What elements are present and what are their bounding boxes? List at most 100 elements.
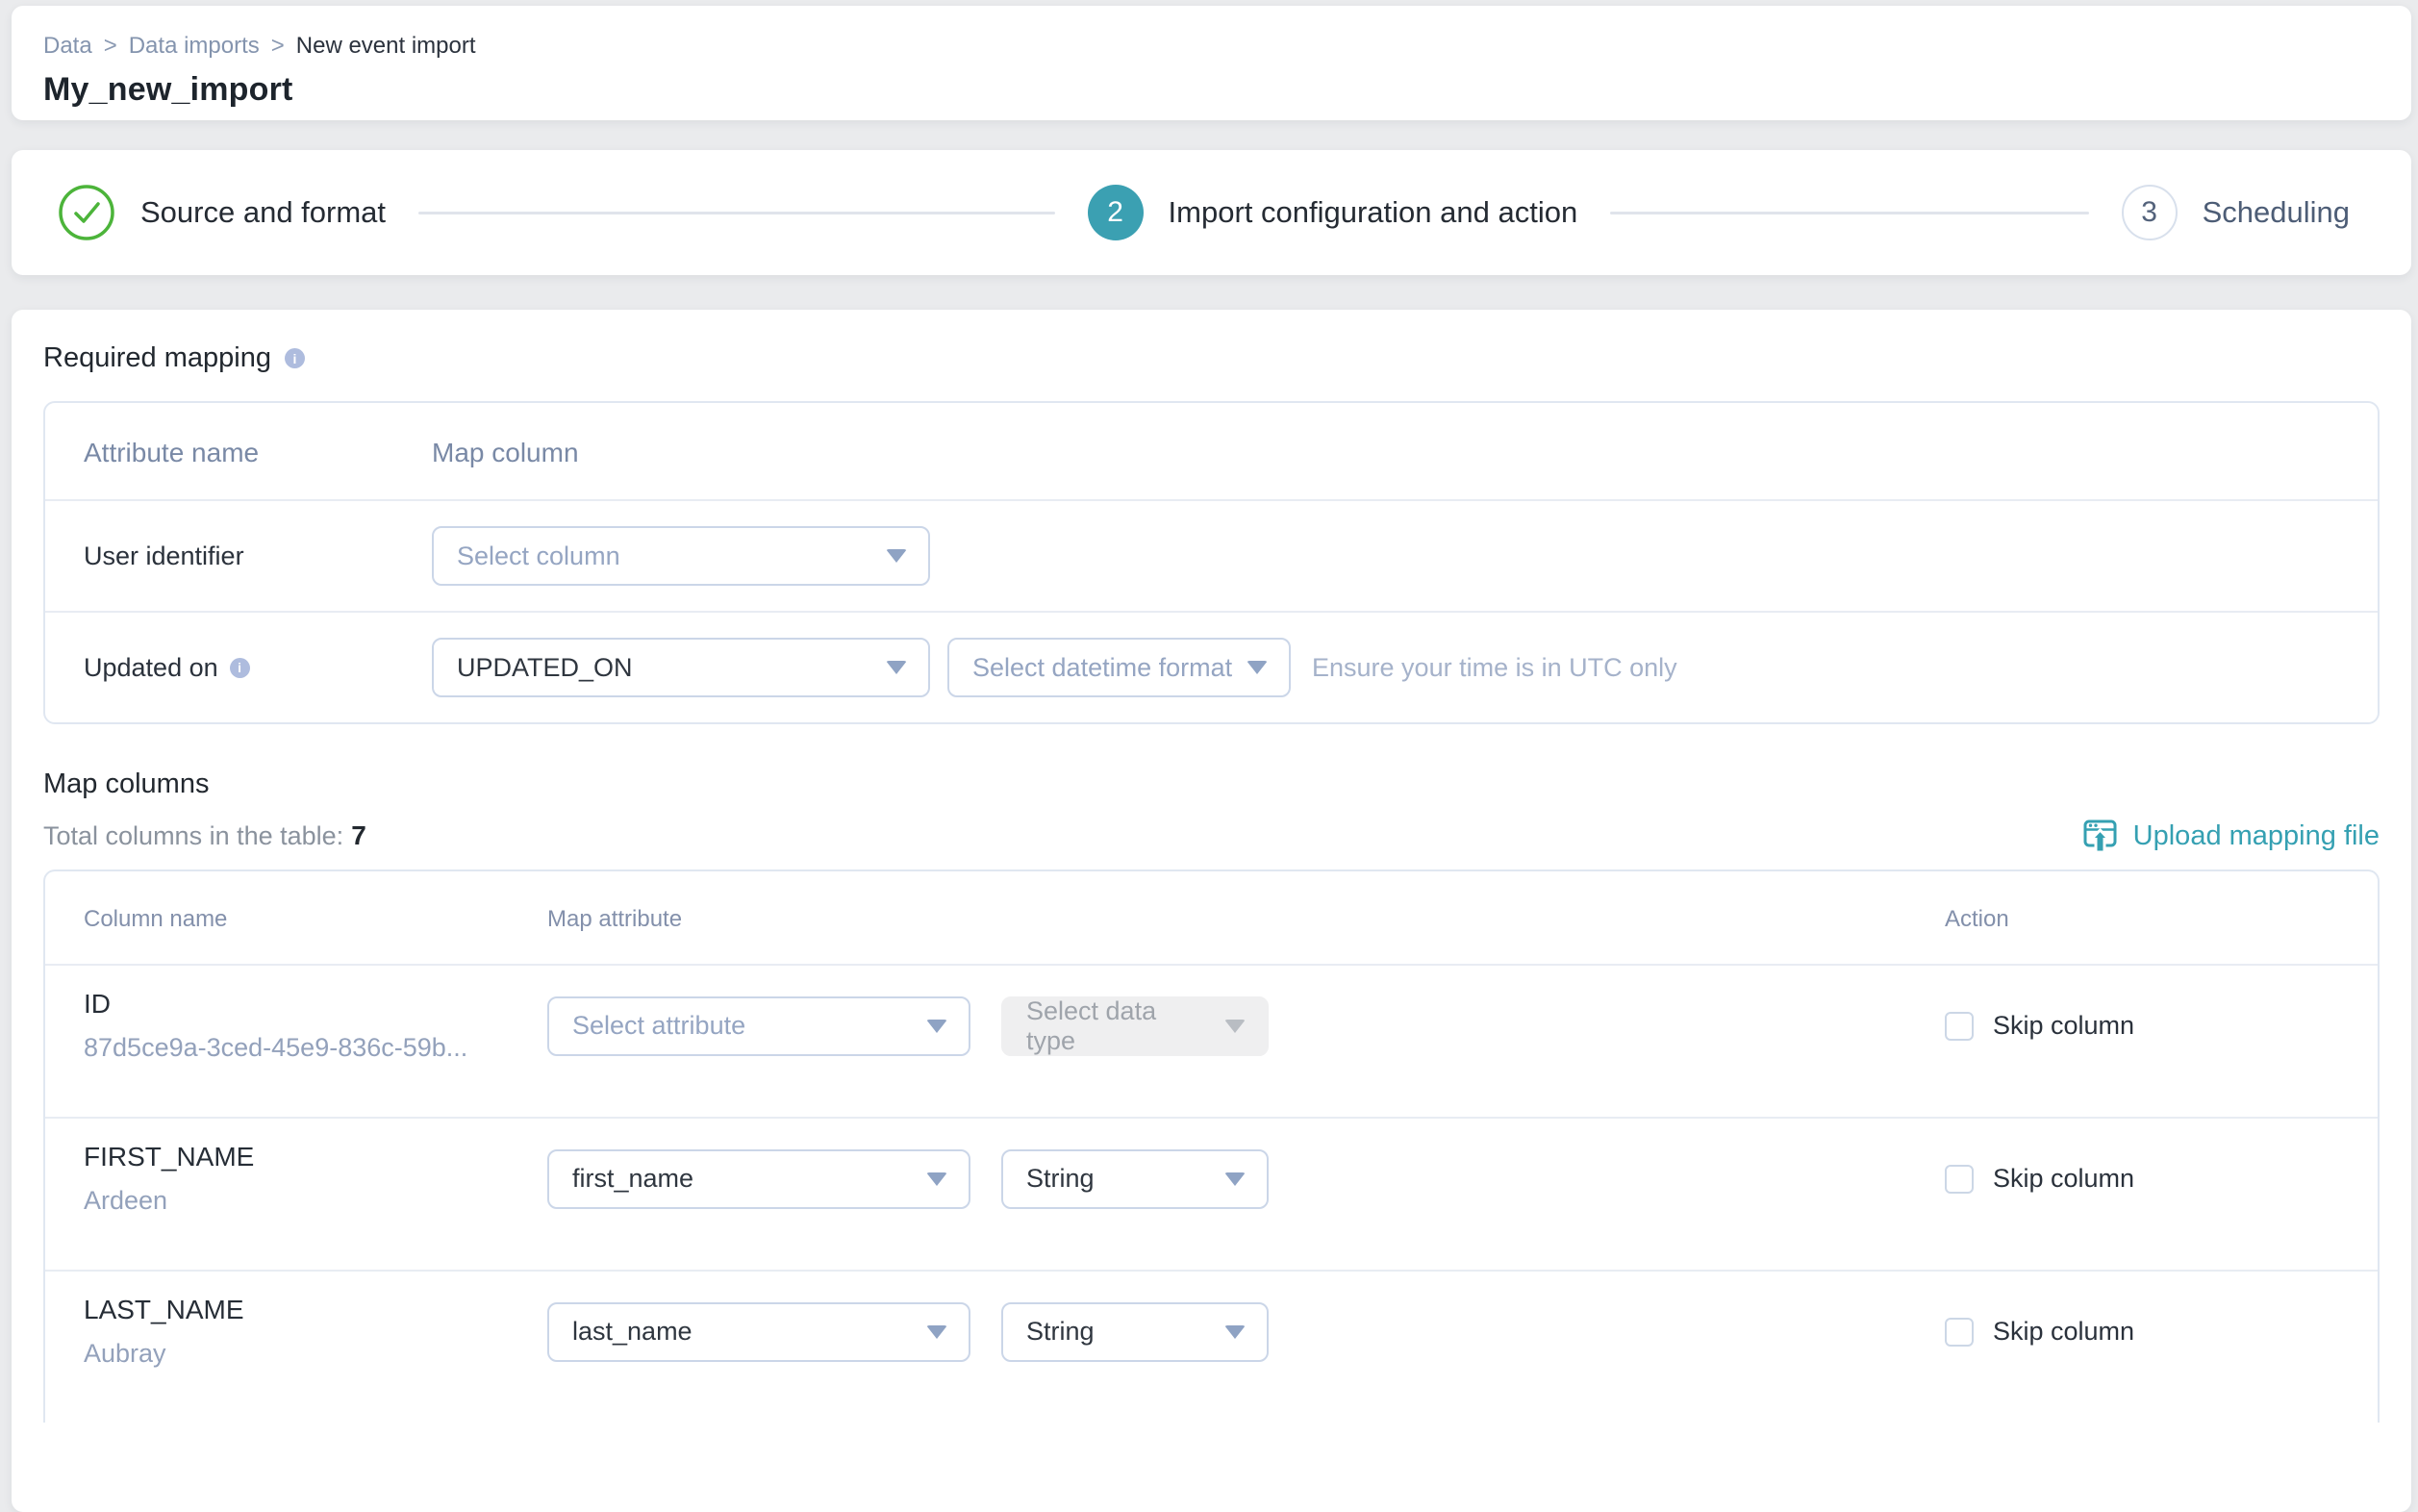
column-name-cell: FIRST_NAME Ardeen xyxy=(84,1142,547,1216)
column-name-header: Column name xyxy=(84,906,547,933)
select-placeholder: Select data type xyxy=(1026,996,1211,1056)
skip-column-checkbox[interactable] xyxy=(1945,1165,1974,1194)
map-columns-table: Column name Map attribute Action ID 87d5… xyxy=(43,869,2380,1423)
table-row-user-identifier: User identifier Select column xyxy=(45,499,2378,611)
column-sample-value: 87d5ce9a-3ced-45e9-836c-59b... xyxy=(84,1033,547,1063)
step-label: Import configuration and action xyxy=(1169,195,1578,230)
total-columns-label: Total columns in the table: xyxy=(43,821,343,850)
datatype-select-disabled: Select data type xyxy=(1001,996,1269,1056)
action-cell: Skip column xyxy=(1945,1011,2134,1041)
skip-column-checkbox[interactable] xyxy=(1945,1012,1974,1041)
column-sample-value: Ardeen xyxy=(84,1186,547,1216)
map-columns-meta-row: Total columns in the table: 7 Upload mapp… xyxy=(43,819,2380,852)
attribute-name-header: Attribute name xyxy=(84,438,432,468)
datatype-select[interactable]: String xyxy=(1001,1302,1269,1362)
select-placeholder: Select attribute xyxy=(572,1011,745,1041)
breadcrumb-current: New event import xyxy=(296,33,476,60)
map-attribute-cell: last_name String xyxy=(547,1302,1945,1362)
user-identifier-label: User identifier xyxy=(84,542,432,571)
required-mapping-table-header: Attribute name Map column xyxy=(45,403,2378,499)
step-scheduling: 3 Scheduling xyxy=(2122,185,2350,240)
map-attribute-header: Map attribute xyxy=(547,906,1945,933)
chevron-down-icon xyxy=(1224,1020,1246,1033)
table-row-updated-on: Updated on i UPDATED_ON Select datetime … xyxy=(45,611,2378,722)
column-sample-value: Aubray xyxy=(84,1339,547,1369)
attribute-select[interactable]: first_name xyxy=(547,1149,970,1209)
selected-datatype-value: String xyxy=(1026,1317,1095,1347)
step-import-configuration: 2 Import configuration and action xyxy=(1088,185,1578,240)
page-header-card: Data > Data imports > New event import M… xyxy=(12,6,2411,120)
utc-helper-text: Ensure your time is in UTC only xyxy=(1312,653,1677,683)
table-row-first-name: FIRST_NAME Ardeen first_name String Skip… xyxy=(45,1117,2378,1270)
upload-icon xyxy=(2083,819,2118,852)
skip-column-label: Skip column xyxy=(1993,1317,2134,1347)
updated-on-label-text: Updated on xyxy=(84,653,218,683)
column-name-cell: LAST_NAME Aubray xyxy=(84,1295,547,1369)
breadcrumb-link-data[interactable]: Data xyxy=(43,33,92,60)
chevron-down-icon xyxy=(1247,661,1268,674)
breadcrumb-separator: > xyxy=(271,33,285,60)
step-number-badge: 3 xyxy=(2122,185,2178,240)
breadcrumb: Data > Data imports > New event import xyxy=(43,33,2380,60)
total-columns-count: 7 xyxy=(351,820,366,850)
datetime-format-select[interactable]: Select datetime format xyxy=(947,638,1291,697)
map-columns-title: Map columns xyxy=(43,769,209,800)
map-attribute-cell: Select attribute Select data type xyxy=(547,996,1945,1056)
chevron-down-icon xyxy=(886,661,907,674)
selected-column-value: UPDATED_ON xyxy=(457,653,633,683)
breadcrumb-separator: > xyxy=(104,33,117,60)
select-placeholder: Select datetime format xyxy=(972,653,1232,683)
step-label: Source and format xyxy=(140,195,386,230)
column-name: LAST_NAME xyxy=(84,1295,547,1325)
map-columns-table-header: Column name Map attribute Action xyxy=(45,871,2378,964)
step-number-badge: 2 xyxy=(1088,185,1144,240)
user-identifier-column-select[interactable]: Select column xyxy=(432,526,930,586)
attribute-select[interactable]: Select attribute xyxy=(547,996,970,1056)
step-connector xyxy=(418,212,1055,214)
step-complete-check-icon xyxy=(58,184,115,241)
required-mapping-title: Required mapping xyxy=(43,342,271,374)
column-name-cell: ID 87d5ce9a-3ced-45e9-836c-59b... xyxy=(84,989,547,1063)
updated-on-column-select[interactable]: UPDATED_ON xyxy=(432,638,930,697)
table-row-id: ID 87d5ce9a-3ced-45e9-836c-59b... Select… xyxy=(45,964,2378,1117)
chevron-down-icon xyxy=(926,1172,947,1186)
action-cell: Skip column xyxy=(1945,1164,2134,1194)
map-columns-section-title: Map columns xyxy=(43,769,2380,800)
required-mapping-section-title: Required mapping i xyxy=(43,342,2380,374)
selected-attribute-value: last_name xyxy=(572,1317,693,1347)
table-row-last-name: LAST_NAME Aubray last_name String Skip c… xyxy=(45,1270,2378,1423)
info-icon[interactable]: i xyxy=(230,658,250,678)
chevron-down-icon xyxy=(926,1020,947,1033)
page-title: My_new_import xyxy=(43,71,2380,109)
attribute-select[interactable]: last_name xyxy=(547,1302,970,1362)
select-placeholder: Select column xyxy=(457,542,620,571)
step-connector xyxy=(1610,212,2088,214)
import-configuration-card: Required mapping i Attribute name Map co… xyxy=(12,310,2411,1512)
required-mapping-table: Attribute name Map column User identifie… xyxy=(43,401,2380,724)
selected-datatype-value: String xyxy=(1026,1164,1095,1194)
breadcrumb-link-data-imports[interactable]: Data imports xyxy=(129,33,260,60)
action-header: Action xyxy=(1945,906,2009,933)
wizard-stepper: Source and format 2 Import configuration… xyxy=(12,150,2411,275)
action-cell: Skip column xyxy=(1945,1317,2134,1347)
chevron-down-icon xyxy=(1224,1325,1246,1339)
upload-link-label: Upload mapping file xyxy=(2133,820,2380,852)
selected-attribute-value: first_name xyxy=(572,1164,693,1194)
step-label: Scheduling xyxy=(2203,195,2350,230)
step-source-and-format[interactable]: Source and format xyxy=(58,184,386,241)
column-name: FIRST_NAME xyxy=(84,1142,547,1172)
skip-column-checkbox[interactable] xyxy=(1945,1318,1974,1347)
skip-column-label: Skip column xyxy=(1993,1011,2134,1041)
updated-on-label: Updated on i xyxy=(84,653,432,683)
datatype-select[interactable]: String xyxy=(1001,1149,1269,1209)
map-attribute-cell: first_name String xyxy=(547,1149,1945,1209)
info-icon[interactable]: i xyxy=(285,348,305,368)
map-column-header: Map column xyxy=(432,438,579,468)
skip-column-label: Skip column xyxy=(1993,1164,2134,1194)
upload-mapping-file-button[interactable]: Upload mapping file xyxy=(2083,819,2380,852)
chevron-down-icon xyxy=(1224,1172,1246,1186)
total-columns-line: Total columns in the table: 7 xyxy=(43,820,366,851)
chevron-down-icon xyxy=(886,549,907,563)
chevron-down-icon xyxy=(926,1325,947,1339)
column-name: ID xyxy=(84,989,547,1020)
